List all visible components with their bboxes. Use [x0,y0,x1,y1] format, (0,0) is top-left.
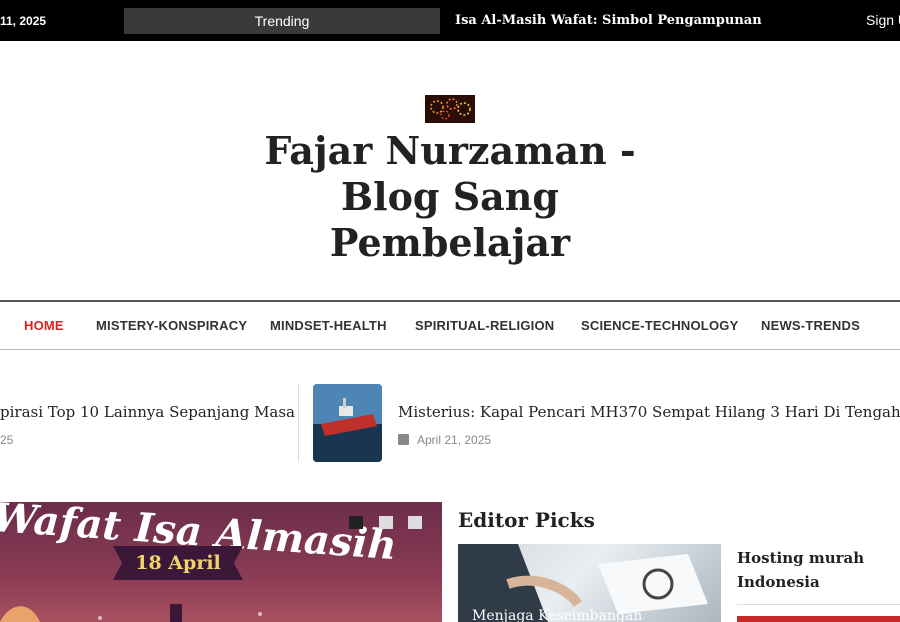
carousel-post-title[interactable]: Misterius: Kapal Pencari MH370 Sempat Hi… [398,403,900,421]
carousel-post-date-row: April 21, 2025 [398,433,491,447]
editor-pick-side-image[interactable] [737,616,900,622]
slider-dot[interactable] [379,516,393,529]
top-bar: 11, 2025 Trending Isa Al-Masih Wafat: Si… [0,0,900,41]
nav-item-news-trends[interactable]: NEWS-TRENDS [761,318,860,333]
carousel-post-date: April 21, 2025 [417,433,492,447]
nav-item-science-technology[interactable]: SCIENCE-TECHNOLOGY [581,318,738,333]
featured-post-image[interactable]: Wafat Isa Almasih 18 April [0,502,442,622]
editor-pick-main-caption: Menjaga Keseimbangan [472,608,643,622]
nav-item-spiritual-religion[interactable]: SPIRITUAL-RELIGION [415,318,554,333]
carousel-post-date: 25 [0,433,14,447]
nav-item-mindset-health[interactable]: MINDSET-HEALTH [270,318,387,333]
carousel-divider [298,384,299,462]
editor-pick-side-title[interactable]: Hosting murah Indonesia [737,546,887,594]
slider-dot[interactable] [408,516,422,529]
trending-headline-link[interactable]: Isa Al-Masih Wafat: Simbol Pengampunan [455,13,762,28]
site-logo[interactable] [425,95,475,123]
featured-date-ribbon: 18 April [113,546,243,580]
current-date: 11, 2025 [0,14,47,28]
nav-item-mistery-konspiracy[interactable]: MISTERY-KONSPIRACY [96,318,247,333]
editor-pick-main-image[interactable]: Menjaga Keseimbangan [458,544,721,622]
nav-item-home[interactable]: HOME [24,318,64,333]
slider-dot-active[interactable] [349,516,363,529]
carousel-post-thumbnail[interactable] [313,384,382,462]
editor-picks-heading: Editor Picks [458,508,595,532]
trending-label: Trending [124,8,440,34]
sign-in-link[interactable]: Sign U [866,12,900,28]
calendar-icon [398,434,409,445]
editor-pick-divider [737,604,900,605]
site-title[interactable]: Fajar Nurzaman - Blog Sang Pembelajar [250,128,650,266]
main-nav: HOME MISTERY-KONSPIRACY MINDSET-HEALTH S… [0,300,900,350]
carousel-post-title[interactable]: pirasi Top 10 Lainnya Sepanjang Masa [0,403,295,421]
